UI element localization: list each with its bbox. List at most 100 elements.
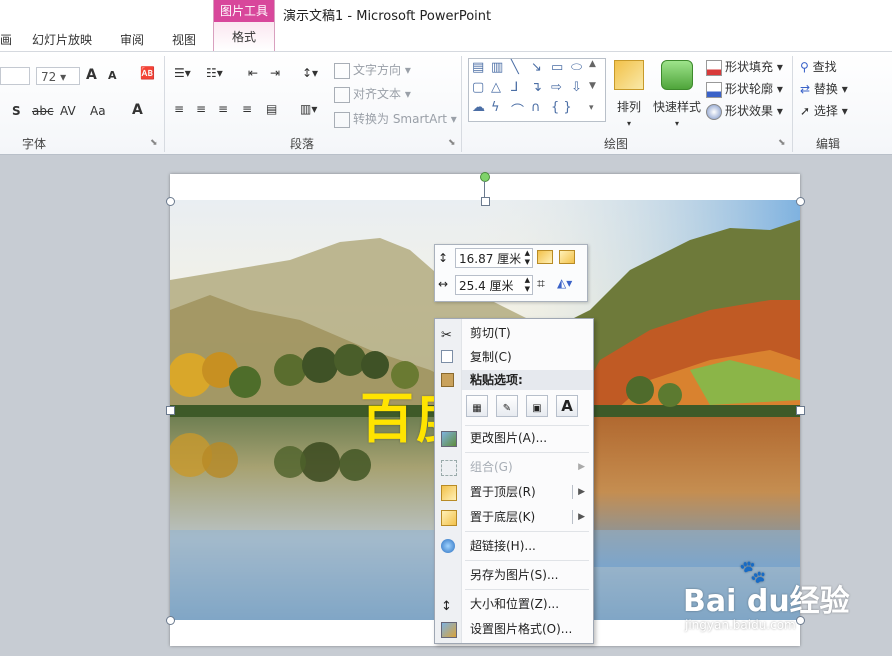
curve-shape-icon[interactable]: ∩ [531,100,541,115]
crop-icon[interactable]: ⌗ [537,276,545,292]
tab-slideshow[interactable]: 幻灯片放映 [32,31,92,48]
textbox-shape-icon[interactable]: ▤ [472,60,484,75]
menu-item-cut[interactable]: ✂ 剪切(T) [435,321,593,345]
convert-smartart-button[interactable]: 转换为 SmartArt ▾ [334,110,457,128]
paste-keep-source-button[interactable]: ✎ [496,395,518,417]
font-size-combo[interactable]: 72 ▾ [36,67,80,85]
menu-item-save-as-picture[interactable]: 另存为图片(S)... [435,563,593,587]
gallery-scroll-up-icon[interactable]: ▲ [589,59,596,69]
right-arrow-shape-icon[interactable]: ⇨ [551,80,562,95]
rectangle-shape-icon[interactable]: ▭ [551,60,563,75]
replace-button[interactable]: ⇄ 替换 ▾ [800,80,848,97]
vertical-textbox-shape-icon[interactable]: ▥ [491,60,503,75]
dialog-launcher-icon[interactable]: ⬊ [150,138,158,148]
paste-use-destination-theme-button[interactable]: ▦ [466,395,488,417]
align-right-icon[interactable]: ≡ [218,102,228,116]
shapes-gallery[interactable]: ▤ ▥ ╲ ↘ ▭ ⬭ ▢ △ ⅃ ↴ ⇨ ⇩ ☁ ϟ ⌒ ∩ { } ▲ ▼ … [468,58,606,122]
spinner-arrows-icon[interactable]: ▲ ▼ [525,249,530,267]
shape-outline-button[interactable]: 形状轮廓 ▾ [706,80,783,98]
context-menu: ✂ 剪切(T) 复制(C) 粘贴选项: ▦ ✎ ▣ A 更改图片(A)... 组… [434,318,594,644]
smartart-icon [334,111,350,128]
hyperlink-icon [441,539,455,553]
dialog-launcher-icon[interactable]: ⬊ [778,138,786,148]
resize-handle-bottom-left[interactable] [166,616,175,625]
resize-handle-top-left[interactable] [166,197,175,206]
find-button[interactable]: ⚲ 查找 [800,58,837,75]
justify-icon[interactable]: ≡ [242,102,252,116]
submenu-arrow-icon[interactable]: ▶ [578,505,585,529]
align-center-icon[interactable]: ≡ [196,102,206,116]
align-left-icon[interactable]: ≡ [174,102,184,116]
tab-draw-partial[interactable]: 画 [0,31,12,48]
shape-effects-button[interactable]: 形状效果 ▾ [706,102,783,120]
font-name-combo[interactable] [0,67,30,85]
rotation-handle[interactable] [480,172,490,182]
split-divider [572,485,573,499]
bring-forward-icon[interactable] [537,250,553,264]
text-direction-button[interactable]: 文字方向 ▾ [334,61,411,79]
menu-item-change-picture[interactable]: 更改图片(A)... [435,426,593,450]
oval-shape-icon[interactable]: ⬭ [571,60,582,75]
decrease-indent-icon[interactable]: ⇤ [248,66,258,80]
resize-handle-right[interactable] [796,406,805,415]
height-icon: ↕ [438,251,449,265]
rounded-rect-shape-icon[interactable]: ▢ [472,80,484,95]
bullets-icon[interactable]: ☰▾ [174,66,191,80]
font-color-button[interactable]: A [132,102,143,118]
width-icon: ↔ [438,277,449,291]
rotate-icon[interactable]: ◭▾ [557,276,572,290]
arc-shape-icon[interactable]: ⌒ [511,100,524,119]
char-spacing-button[interactable]: AV [60,104,76,118]
dialog-launcher-icon[interactable]: ⬊ [448,138,456,148]
menu-item-group: 组合(G) ▶ [435,455,593,479]
brace-shape-icon[interactable]: { } [551,100,572,115]
menu-item-copy[interactable]: 复制(C) [435,345,593,369]
menu-item-send-to-back[interactable]: 置于底层(K) ▶ [435,505,593,529]
quick-styles-button[interactable]: 快速样式 ▾ [650,56,704,132]
height-spinner[interactable]: 16.87 厘米 ▲ ▼ [455,248,533,268]
menu-item-format-picture[interactable]: 设置图片格式(O)... [435,617,593,641]
line-shape-icon[interactable]: ╲ [511,60,519,75]
gallery-scroll-down-icon[interactable]: ▼ [589,81,596,91]
change-case-button[interactable]: Aa [90,104,106,118]
clear-format-icon[interactable]: 🆎 [140,66,155,80]
resize-handle-top-right[interactable] [796,197,805,206]
send-backward-icon[interactable] [559,250,575,264]
align-text-button[interactable]: 对齐文本 ▾ [334,85,411,103]
contextual-tab-picture-tools[interactable]: 图片工具 格式 [213,0,275,51]
shrink-font-button[interactable]: A [108,69,117,82]
paste-text-only-button[interactable]: A [556,395,578,417]
grow-font-button[interactable]: A [86,67,97,83]
numbering-icon[interactable]: ☷▾ [206,66,223,80]
submenu-arrow-icon[interactable]: ▶ [578,480,585,504]
lightning-shape-icon[interactable]: ϟ [491,100,500,115]
menu-item-bring-to-front[interactable]: 置于顶层(R) ▶ [435,480,593,504]
shape-fill-button[interactable]: 形状填充 ▾ [706,58,783,76]
menu-item-size-position[interactable]: ↕ 大小和位置(Z)... [435,592,593,616]
menu-item-hyperlink[interactable]: 超链接(H)... [435,534,593,558]
arrow-line-shape-icon[interactable]: ↘ [531,60,542,75]
resize-handle-top[interactable] [481,197,490,206]
distributed-icon[interactable]: ▤ [266,102,277,116]
columns-icon[interactable]: ▥▾ [300,102,317,116]
arrange-button[interactable]: 排列 ▾ [612,56,646,132]
select-button[interactable]: ➚ 选择 ▾ [800,102,848,119]
down-arrow-shape-icon[interactable]: ⇩ [571,80,582,95]
spinner-arrows-icon[interactable]: ▲ ▼ [525,276,530,294]
cloud-shape-icon[interactable]: ☁ [472,100,485,115]
increase-indent-icon[interactable]: ⇥ [270,66,280,80]
line-spacing-icon[interactable]: ↕▾ [302,66,318,80]
resize-handle-left[interactable] [166,406,175,415]
elbow-arrow-shape-icon[interactable]: ↴ [531,80,542,95]
strikethrough-button[interactable]: abc [32,104,54,118]
paste-picture-button[interactable]: ▣ [526,395,548,417]
tab-format[interactable]: 格式 [214,28,274,45]
text-shadow-button[interactable]: S [12,104,21,118]
tab-review[interactable]: 审阅 [120,31,144,48]
triangle-shape-icon[interactable]: △ [491,80,501,95]
gallery-more-icon[interactable]: ▾ [589,103,594,113]
width-spinner[interactable]: 25.4 厘米 ▲ ▼ [455,275,533,295]
elbow-connector-shape-icon[interactable]: ⅃ [511,80,518,95]
text-direction-icon [334,62,350,79]
tab-view[interactable]: 视图 [172,31,196,48]
